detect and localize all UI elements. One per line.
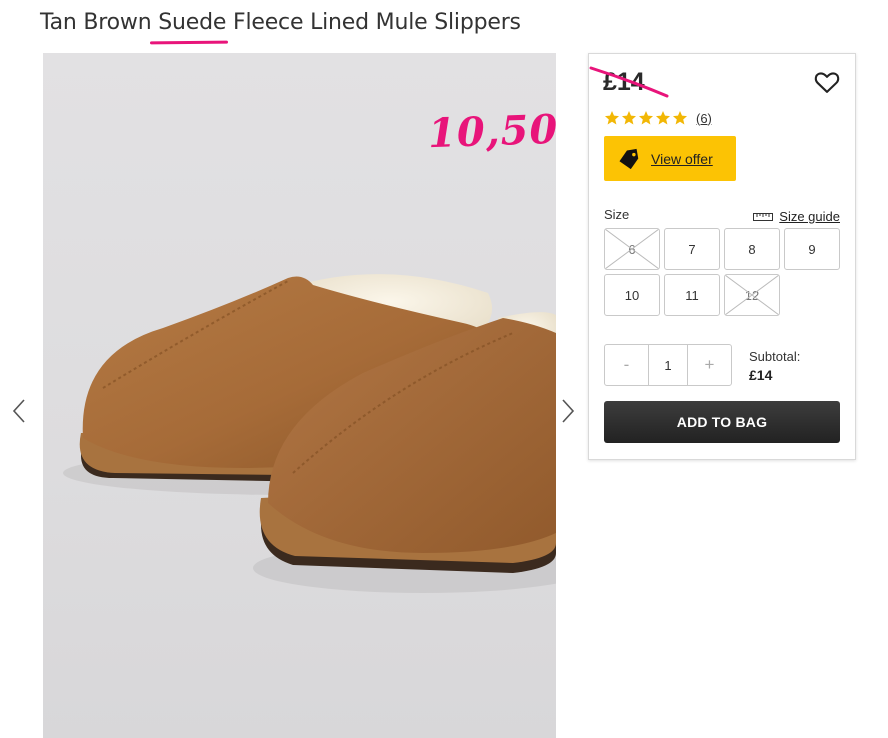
quantity-increment-button[interactable]: +: [688, 345, 731, 385]
wishlist-button[interactable]: [813, 68, 841, 96]
product-price: £14: [603, 68, 645, 96]
chevron-left-icon: [12, 399, 25, 423]
star-icon: [673, 111, 687, 125]
size-option-label: 7: [688, 241, 696, 257]
rating: (6): [604, 110, 712, 126]
star-icon: [639, 111, 653, 125]
star-icon: [656, 111, 670, 125]
size-option-7[interactable]: 7: [664, 228, 720, 270]
size-option-12[interactable]: 12: [724, 274, 780, 316]
size-label: Size: [604, 207, 630, 222]
size-options: 6 7 8 9 10 11 12: [604, 228, 841, 316]
heart-icon: [814, 72, 840, 93]
review-count-link[interactable]: (6): [696, 111, 712, 126]
quantity-decrement-button[interactable]: -: [605, 345, 648, 385]
title-text-start: Tan Brown: [40, 10, 159, 35]
size-option-label: 10: [624, 287, 640, 303]
size-option-9[interactable]: 9: [784, 228, 840, 270]
size-option-label: 9: [808, 241, 816, 257]
add-to-bag-button[interactable]: ADD TO BAG: [604, 401, 840, 443]
handwritten-price-annotation: 10,50: [427, 105, 560, 158]
size-option-10[interactable]: 10: [604, 274, 660, 316]
subtotal-amount: £14: [749, 367, 773, 383]
tag-icon: [619, 148, 639, 169]
slipper-photo: [63, 274, 556, 593]
size-guide-link[interactable]: Size guide: [753, 209, 840, 224]
unavailable-cross: [725, 275, 779, 315]
product-image: [43, 53, 556, 738]
size-option-11[interactable]: 11: [664, 274, 720, 316]
chevron-right-icon: [562, 399, 575, 423]
quantity-stepper: - 1 +: [604, 344, 732, 386]
size-guide-label: Size guide: [779, 209, 840, 224]
size-option-8[interactable]: 8: [724, 228, 780, 270]
view-offer-label: View offer: [651, 150, 713, 167]
buy-box: £14 (6) View offer Size Size guide 7 8 9…: [588, 53, 856, 460]
title-highlight-suede: Suede: [158, 10, 227, 35]
subtotal-label: Subtotal:: [749, 349, 801, 364]
product-title: Tan Brown Suede Fleece Lined Mule Slippe…: [40, 10, 521, 35]
quantity-input[interactable]: 1: [648, 345, 688, 385]
view-offer-button[interactable]: View offer: [604, 136, 736, 181]
unavailable-cross: [605, 229, 659, 269]
star-icon: [605, 111, 619, 125]
size-option-6[interactable]: 6: [604, 228, 660, 270]
size-option-label: 11: [685, 287, 699, 303]
gallery-prev-button[interactable]: [12, 398, 26, 424]
ruler-icon: [753, 212, 774, 221]
subtotal: Subtotal: £14: [749, 348, 800, 384]
size-option-label: 8: [748, 241, 756, 257]
rating-stars: [604, 110, 688, 126]
title-text-end: Fleece Lined Mule Slippers: [226, 10, 521, 35]
gallery-next-button[interactable]: [561, 398, 575, 424]
star-icon: [622, 111, 636, 125]
